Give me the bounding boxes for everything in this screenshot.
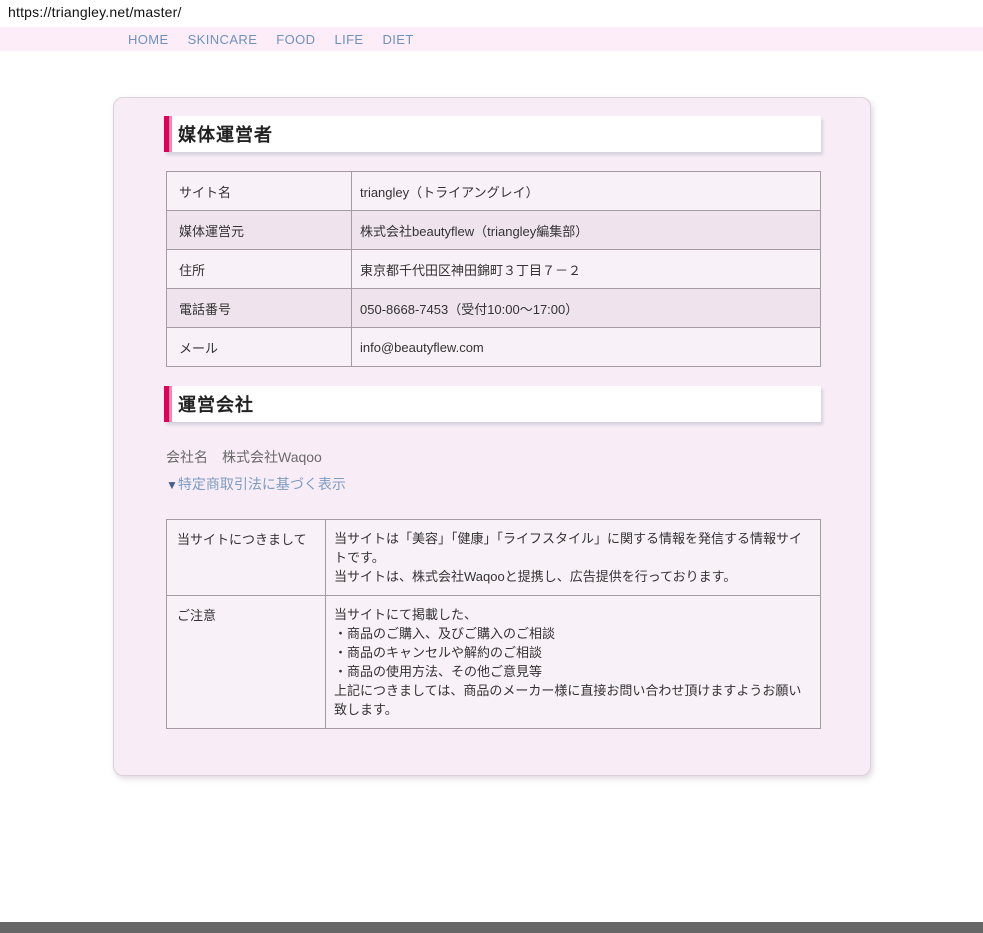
row-value: 当サイトにて掲載した、 ・商品のご購入、及びご購入のご相談 ・商品のキャンセルや… — [326, 596, 821, 729]
browser-page: https://triangley.net/master/ HOME SKINC… — [0, 0, 983, 933]
nav-item-diet[interactable]: DIET — [383, 32, 414, 47]
triangle-down-icon: ▼ — [166, 478, 178, 492]
row-value: triangley（トライアングレイ） — [352, 172, 821, 211]
row-value: 東京都千代田区神田錦町３丁目７－２ — [352, 250, 821, 289]
commercial-transactions-link[interactable]: ▼特定商取引法に基づく表示 — [166, 476, 346, 492]
sp-link-line: ▼特定商取引法に基づく表示 — [166, 476, 870, 494]
table-row: 当サイトにつきまして 当サイトは「美容」「健康」「ライフスタイル」に関する情報を… — [167, 520, 821, 596]
section-title: 運営会社 — [169, 391, 254, 417]
row-value: 株式会社beautyflew（triangley編集部） — [352, 211, 821, 250]
table-row: ご注意 当サイトにて掲載した、 ・商品のご購入、及びご購入のご相談 ・商品のキャ… — [167, 596, 821, 729]
url-text: https://triangley.net/master/ — [8, 4, 182, 20]
section-title: 媒体運営者 — [169, 121, 273, 147]
row-label: ご注意 — [167, 596, 326, 729]
nav-item-life[interactable]: LIFE — [334, 32, 363, 47]
footer-bar — [0, 922, 983, 933]
table-row: メール info@beautyflew.com — [167, 328, 821, 367]
row-value: 050-8668-7453（受付10:00～17:00） — [352, 289, 821, 328]
section-heading-media-operator: 媒体運営者 — [164, 116, 821, 152]
navbar: HOME SKINCARE FOOD LIFE DIET — [0, 27, 983, 51]
table-row: サイト名 triangley（トライアングレイ） — [167, 172, 821, 211]
media-operator-table: サイト名 triangley（トライアングレイ） 媒体運営元 株式会社beaut… — [166, 171, 821, 367]
nav-item-skincare[interactable]: SKINCARE — [188, 32, 258, 47]
row-value: info@beautyflew.com — [352, 328, 821, 367]
section-heading-operating-company: 運営会社 — [164, 386, 821, 422]
row-label: 当サイトにつきまして — [167, 520, 326, 596]
site-notes-table: 当サイトにつきまして 当サイトは「美容」「健康」「ライフスタイル」に関する情報を… — [166, 519, 821, 729]
row-label: 媒体運営元 — [167, 211, 352, 250]
table-row: 電話番号 050-8668-7453（受付10:00～17:00） — [167, 289, 821, 328]
commercial-transactions-link-label: 特定商取引法に基づく表示 — [178, 476, 346, 492]
row-label: メール — [167, 328, 352, 367]
nav-item-home[interactable]: HOME — [128, 32, 169, 47]
company-name-line: 会社名 株式会社Waqoo — [166, 447, 870, 467]
table-row: 媒体運営元 株式会社beautyflew（triangley編集部） — [167, 211, 821, 250]
row-label: サイト名 — [167, 172, 352, 211]
row-label: 住所 — [167, 250, 352, 289]
row-value: 当サイトは「美容」「健康」「ライフスタイル」に関する情報を発信する情報サイトです… — [326, 520, 821, 596]
content-card: 媒体運営者 サイト名 triangley（トライアングレイ） 媒体運営元 株式会… — [113, 97, 871, 776]
nav-item-food[interactable]: FOOD — [276, 32, 315, 47]
row-label: 電話番号 — [167, 289, 352, 328]
table-row: 住所 東京都千代田区神田錦町３丁目７－２ — [167, 250, 821, 289]
